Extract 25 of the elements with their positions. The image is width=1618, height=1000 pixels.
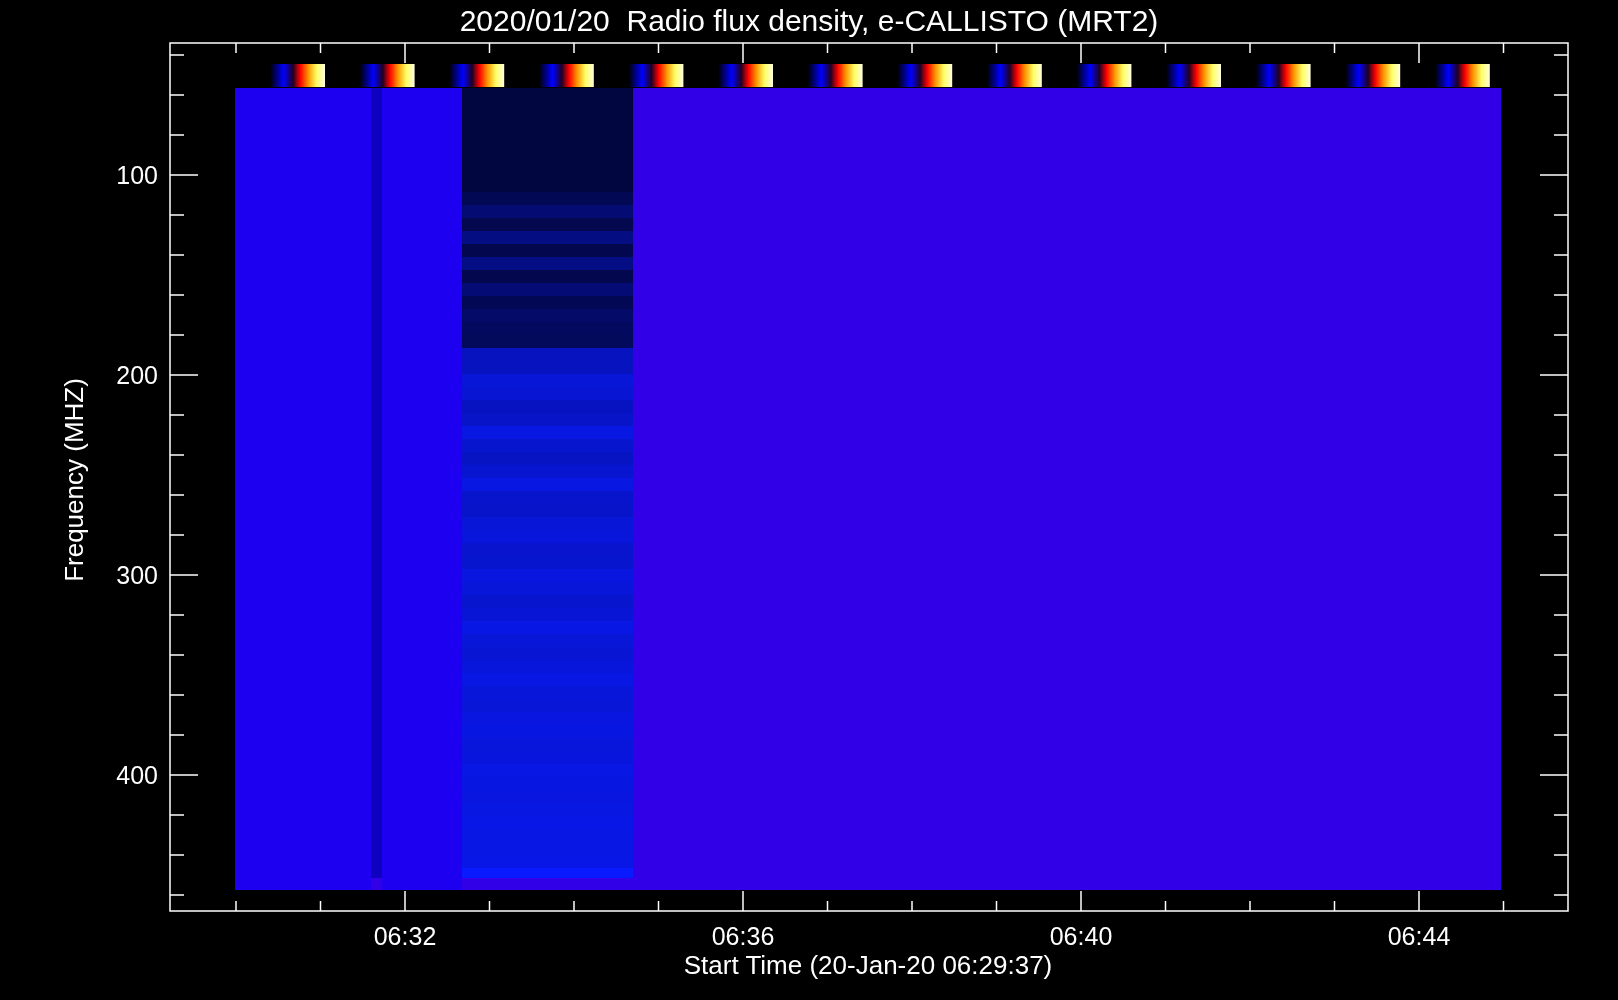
color-scale-strip	[1345, 64, 1401, 87]
color-scale-strip	[1255, 64, 1311, 87]
color-scale-strip	[1434, 64, 1490, 87]
x-tick-label: 06:40	[1049, 922, 1113, 950]
y-tick-label: 300	[116, 561, 158, 589]
y-tick-label: 400	[116, 761, 158, 789]
color-scale-strip	[1076, 64, 1132, 87]
plot-title: 2020/01/20 Radio flux density, e-CALLISTO (MRT2)	[459, 4, 1159, 37]
color-scale-strip	[270, 64, 325, 87]
y-tick-label: 100	[116, 161, 158, 189]
color-scale-strip	[359, 64, 415, 87]
color-scale-strip	[897, 64, 953, 87]
x-tick-label: 06:32	[373, 922, 437, 950]
x-tick-label: 06:36	[711, 922, 775, 950]
color-scale-strip	[807, 64, 863, 87]
color-scale-strip	[986, 64, 1042, 87]
y-tick-label: 200	[116, 361, 158, 389]
color-scale-strip	[538, 64, 594, 87]
color-scale-strip	[449, 64, 505, 87]
color-scale-strip	[718, 64, 773, 87]
x-tick-label: 06:44	[1387, 922, 1451, 950]
color-scale-strip	[1166, 64, 1221, 87]
y-axis-label: Frequency (MHZ)	[59, 378, 89, 582]
color-scale-strip	[628, 64, 684, 87]
x-axis-label: Start Time (20-Jan-20 06:29:37)	[683, 950, 1053, 980]
